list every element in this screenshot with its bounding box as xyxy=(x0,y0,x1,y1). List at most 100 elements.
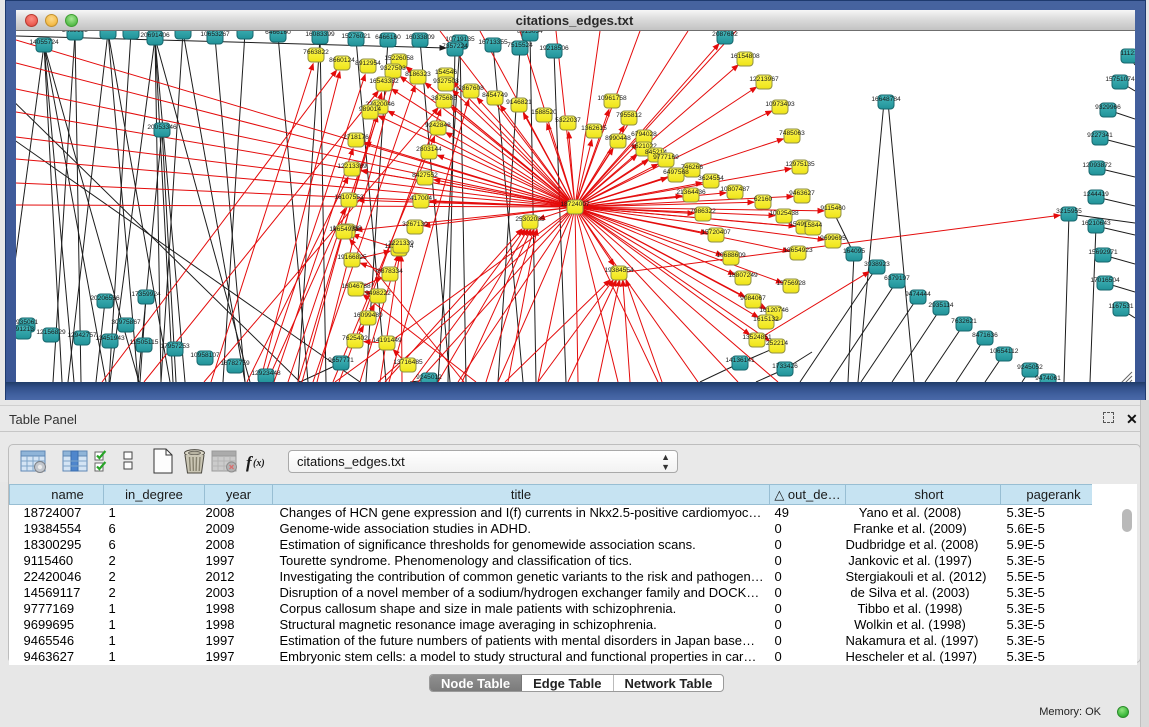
svg-text:10807487: 10807487 xyxy=(720,186,750,193)
svg-text:20206556: 20206556 xyxy=(90,295,120,302)
svg-text:8471636: 8471636 xyxy=(972,332,998,339)
svg-text:12213967: 12213967 xyxy=(749,76,779,83)
svg-text:14136141: 14136141 xyxy=(725,357,755,364)
svg-text:9474444: 9474444 xyxy=(905,291,931,298)
svg-text:9657771: 9657771 xyxy=(328,357,354,364)
svg-text:12942757: 12942757 xyxy=(67,332,97,339)
svg-text:6466160: 6466160 xyxy=(375,34,401,41)
svg-text:12505115: 12505115 xyxy=(130,339,159,346)
svg-text:2803144: 2803144 xyxy=(416,146,442,153)
svg-text:16083399: 16083399 xyxy=(305,31,335,38)
svg-text:2935114: 2935114 xyxy=(928,302,954,309)
svg-text:1615132: 1615132 xyxy=(753,316,779,323)
svg-text:25302035: 25302035 xyxy=(515,216,545,223)
svg-text:21364436: 21364436 xyxy=(676,189,706,196)
svg-text:15226058: 15226058 xyxy=(384,55,414,62)
svg-text:13716485: 13716485 xyxy=(393,359,423,366)
svg-text:9242848: 9242848 xyxy=(425,122,451,129)
svg-text:9245012: 9245012 xyxy=(416,374,442,381)
svg-text:16046788: 16046788 xyxy=(341,283,371,290)
svg-text:15276021: 15276021 xyxy=(341,33,371,40)
svg-text:19654933: 19654933 xyxy=(329,226,359,233)
svg-text:252214: 252214 xyxy=(766,340,788,347)
svg-text:20053346: 20053346 xyxy=(147,124,177,131)
svg-text:18654923: 18654923 xyxy=(783,247,813,254)
svg-text:17359924: 17359924 xyxy=(131,291,161,298)
svg-text:9463627: 9463627 xyxy=(789,190,815,197)
svg-text:19218506: 19218506 xyxy=(539,45,569,52)
svg-text:18807249: 18807249 xyxy=(728,272,758,279)
svg-text:12975135: 12975135 xyxy=(785,161,815,168)
svg-text:19384554: 19384554 xyxy=(604,267,634,274)
svg-text:7955812: 7955812 xyxy=(616,112,642,119)
svg-text:7986322: 7986322 xyxy=(690,208,716,215)
svg-text:1362615: 1362615 xyxy=(581,125,607,132)
svg-text:(x): (x) xyxy=(253,458,265,469)
svg-text:16154808: 16154808 xyxy=(730,53,760,60)
svg-text:15844: 15844 xyxy=(804,222,823,229)
svg-text:6466160: 6466160 xyxy=(265,31,291,36)
svg-text:30975867: 30975867 xyxy=(111,319,141,326)
svg-text:5322037: 5322037 xyxy=(555,117,581,124)
svg-text:989014: 989014 xyxy=(359,106,381,113)
svg-text:12213389: 12213389 xyxy=(337,163,367,170)
svg-text:1588520: 1588520 xyxy=(531,109,557,116)
svg-text:10970331: 10970331 xyxy=(168,31,198,33)
svg-text:7663822: 7663822 xyxy=(303,49,329,56)
svg-text:6497568: 6497568 xyxy=(663,169,689,176)
svg-text:16033809: 16033809 xyxy=(405,34,435,41)
svg-text:3624554: 3624554 xyxy=(698,175,724,182)
svg-text:7357224: 7357224 xyxy=(442,43,468,50)
svg-text:8660124: 8660124 xyxy=(329,57,355,64)
svg-text:154546: 154546 xyxy=(435,69,457,76)
svg-text:9245052: 9245052 xyxy=(1017,364,1043,371)
svg-text:1167531: 1167531 xyxy=(1108,303,1134,310)
svg-text:9777169: 9777169 xyxy=(653,154,679,161)
svg-text:16099489: 16099489 xyxy=(353,312,383,319)
svg-text:417004: 417004 xyxy=(410,195,432,202)
svg-text:2718176: 2718176 xyxy=(343,134,369,141)
svg-text:164095: 164095 xyxy=(843,248,865,255)
svg-text:9227341: 9227341 xyxy=(1087,132,1113,139)
svg-text:10961758: 10961758 xyxy=(597,95,627,102)
svg-text:16120746: 16120746 xyxy=(759,307,789,314)
svg-text:7485063: 7485063 xyxy=(779,130,805,137)
svg-text:18724007: 18724007 xyxy=(560,201,590,208)
svg-text:9498222: 9498222 xyxy=(365,290,391,297)
svg-text:7625402: 7625402 xyxy=(342,335,368,342)
svg-text:10688609: 10688609 xyxy=(716,252,746,259)
svg-text:3267130: 3267130 xyxy=(402,221,428,228)
svg-text:10653267: 10653267 xyxy=(200,31,230,38)
svg-text:9474061: 9474061 xyxy=(1035,375,1061,382)
svg-text:1733426: 1733426 xyxy=(772,363,798,370)
svg-text:9327508: 9327508 xyxy=(433,78,459,85)
svg-text:8990448: 8990448 xyxy=(605,135,631,142)
svg-text:7632621: 7632621 xyxy=(951,318,977,325)
svg-text:6794028: 6794028 xyxy=(631,131,657,138)
svg-text:10025438: 10025438 xyxy=(769,210,799,217)
svg-text:9084067: 9084067 xyxy=(740,295,766,302)
svg-text:10654112: 10654112 xyxy=(990,348,1019,355)
svg-text:15751074: 15751074 xyxy=(1105,76,1135,83)
svg-text:9329966: 9329966 xyxy=(1095,104,1121,111)
svg-text:15692971: 15692971 xyxy=(1088,249,1118,256)
svg-text:62160: 62160 xyxy=(754,196,773,203)
svg-text:1244419: 1244419 xyxy=(1083,191,1109,198)
svg-text:3215955: 3215955 xyxy=(1056,208,1082,215)
svg-text:16543382: 16543382 xyxy=(369,78,399,85)
svg-text:9699695: 9699695 xyxy=(820,235,846,242)
svg-text:391213: 391213 xyxy=(16,326,34,333)
svg-text:8912954: 8912954 xyxy=(355,60,381,67)
svg-text:20691406: 20691406 xyxy=(140,32,170,39)
svg-text:1527602: 1527602 xyxy=(232,31,258,33)
svg-text:9115460: 9115460 xyxy=(820,205,846,212)
svg-text:17957253: 17957253 xyxy=(160,343,190,350)
svg-text:2465103: 2465103 xyxy=(62,31,88,34)
svg-text:19166825: 19166825 xyxy=(337,254,367,261)
svg-text:1221339: 1221339 xyxy=(388,240,414,247)
svg-text:16210643: 16210643 xyxy=(1081,220,1111,227)
svg-text:16782759: 16782759 xyxy=(220,360,250,367)
svg-text:7515524: 7515524 xyxy=(507,42,533,49)
svg-text:8454749: 8454749 xyxy=(482,92,508,99)
svg-text:3875685: 3875685 xyxy=(431,95,457,102)
